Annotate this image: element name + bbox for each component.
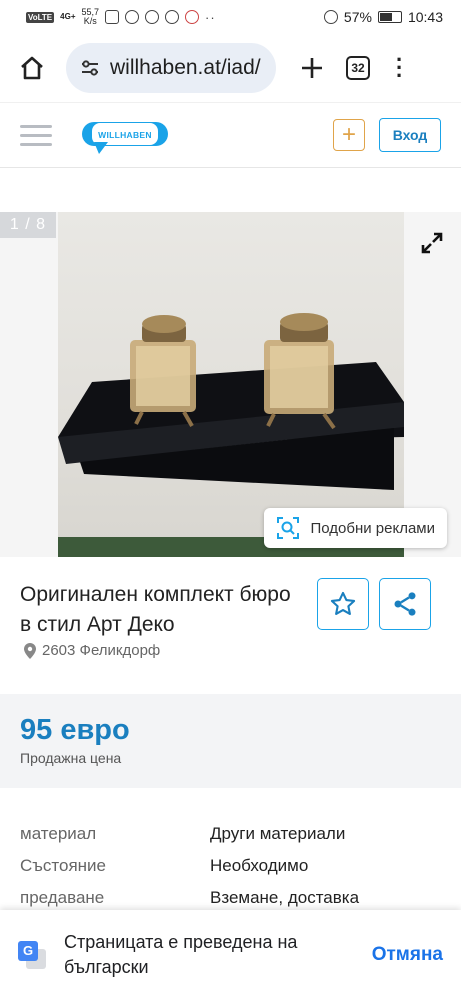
location-text: 2603 Феликдорф — [42, 642, 161, 659]
attribute-value: Необходимо — [210, 856, 309, 875]
menu-button[interactable] — [20, 124, 52, 146]
location-pin-icon — [24, 642, 36, 659]
network-indicator: 4G+ — [60, 12, 76, 21]
willhaben-logo[interactable]: WILLHABEN — [82, 112, 168, 158]
status-left: VoLTE 4G+ 55,7 K/s ·· — [26, 8, 216, 26]
attribute-value: Други материали — [210, 824, 346, 843]
visual-search-icon — [277, 517, 300, 539]
attribute-label: материал — [20, 824, 97, 843]
listing-photo[interactable] — [58, 212, 404, 557]
volte-badge: VoLTE — [26, 11, 55, 23]
attribute-label: предаване — [20, 888, 105, 907]
more-notifications-icon: ·· — [205, 9, 216, 25]
price-value: 95 евро — [20, 714, 130, 746]
translate-message: Страницата е преведена на български — [64, 931, 298, 977]
messenger-icon — [165, 10, 180, 24]
menu-bar-1 — [20, 124, 52, 128]
google-translate-icon: G — [18, 940, 46, 969]
inkwell-set-illustration — [58, 313, 404, 557]
listing-title: Оригинален комплект бюро в стил Арт Деко — [20, 583, 291, 636]
viber-icon — [125, 10, 140, 24]
favorite-button[interactable] — [317, 578, 369, 630]
site-header: WILLHABEN + Вход — [0, 102, 461, 168]
browser-menu-button[interactable]: · · · — [396, 49, 403, 87]
battery-percent: 57% — [343, 9, 372, 25]
listing-header: Оригинален комплект бюро в стил Арт Деко… — [20, 578, 441, 678]
status-right: 57% 10:43 — [323, 9, 443, 25]
home-icon — [21, 56, 43, 80]
similar-ads-label: Подобни реклами — [310, 519, 435, 537]
location-app-icon — [185, 10, 200, 24]
network-speed: 55,7 K/s — [82, 8, 100, 26]
menu-bar-2 — [20, 133, 52, 137]
tab-switcher-button[interactable]: 32 — [346, 56, 370, 80]
price-type: Продажна цена — [20, 750, 122, 766]
share-button[interactable] — [379, 578, 431, 630]
attribute-row: Състояние Необходимо — [20, 850, 441, 882]
image-gallery[interactable]: 1 / 8 Подобни реклами — [0, 212, 461, 557]
plus-icon — [302, 58, 322, 78]
home-button[interactable] — [12, 48, 52, 88]
status-bar: VoLTE 4G+ 55,7 K/s ·· 57% 10:43 — [0, 0, 461, 34]
logo-text: WILLHABEN — [98, 130, 152, 140]
location: 2603 Феликдорф — [24, 642, 160, 659]
menu-bar-3 — [20, 142, 52, 146]
attribute-value: Вземане, доставка — [210, 888, 360, 907]
browser-toolbar: willhaben.at/iad/ 32 · · · — [0, 34, 461, 102]
image-counter: 1 / 8 — [0, 212, 56, 238]
alarm-icon — [323, 10, 338, 24]
fullscreen-button[interactable] — [417, 228, 447, 258]
undo-translation-button[interactable]: Отмяна — [372, 944, 443, 966]
new-tab-button[interactable] — [292, 48, 332, 88]
share-icon — [394, 592, 416, 616]
url-bar[interactable]: willhaben.at/iad/ — [66, 43, 276, 93]
expand-icon — [421, 232, 443, 254]
network-speed-unit: K/s — [83, 16, 97, 26]
site-settings-icon[interactable] — [80, 59, 100, 77]
attribute-label: Състояние — [20, 856, 106, 875]
whatsapp-icon — [145, 10, 160, 24]
similar-ads-button[interactable]: Подобни реклами — [264, 508, 447, 548]
translate-icon-front: G — [18, 940, 38, 961]
battery-icon — [377, 11, 402, 23]
clock: 10:43 — [407, 9, 443, 25]
post-ad-button[interactable]: + — [333, 119, 365, 151]
star-icon — [330, 591, 356, 615]
more-vert-icon: · · · — [396, 47, 404, 88]
logo-tail — [94, 142, 108, 154]
attribute-row: материал Други материали — [20, 818, 441, 850]
url-text: willhaben.at/iad/ — [110, 56, 261, 79]
attributes-list: материал Други материали Състояние Необх… — [20, 818, 441, 914]
translate-bar: G Страницата е преведена на български От… — [0, 910, 461, 999]
login-button[interactable]: Вход — [379, 118, 441, 152]
price-section: 95 евро Продажна цена — [0, 694, 461, 788]
notification-icon — [105, 10, 120, 24]
